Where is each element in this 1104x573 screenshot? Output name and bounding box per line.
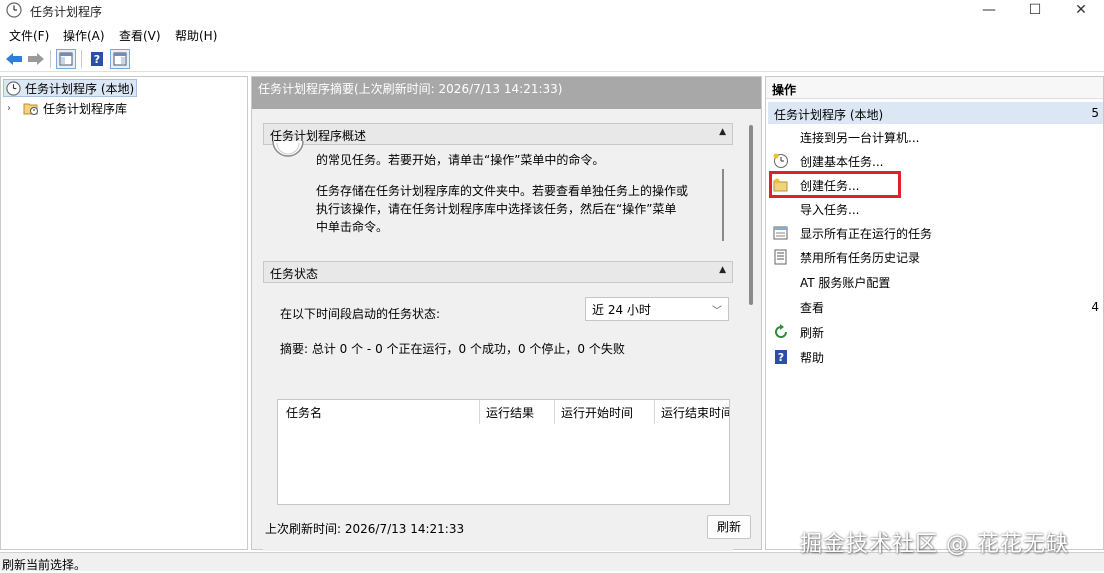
history-icon	[772, 249, 790, 265]
action-label: 导入任务...	[800, 202, 860, 217]
action-view[interactable]: 查看 4	[768, 296, 1103, 318]
column-divider[interactable]	[479, 400, 480, 424]
tree-item-task-library[interactable]: › 任务计划程序库	[3, 99, 127, 117]
status-summary: 摘要: 总计 0 个 - 0 个正在运行，0 个成功，0 个停止，0 个失败	[280, 342, 625, 356]
last-refresh-time: 上次刷新时间: 2026/7/13 14:21:33	[265, 522, 465, 536]
submenu-arrow-icon: 4	[1091, 300, 1099, 314]
watermark: 掘金技术社区 @ 花花无缺	[800, 532, 1069, 557]
status-section-title: 任务状态	[270, 267, 319, 281]
action-label: 连接到另一台计算机...	[800, 130, 920, 145]
collapse-arrow-icon[interactable]: ▲	[719, 127, 726, 137]
tree-item-label: 任务计划程序 (本地)	[25, 81, 135, 96]
center-vertical-scrollbar[interactable]	[749, 125, 753, 305]
tree-item-label: 任务计划程序库	[43, 101, 128, 116]
overview-text-line: 任务存储在任务计划程序库的文件夹中。若要查看单独任务上的操作或	[316, 184, 689, 198]
scheduler-overview-icon	[271, 140, 305, 164]
action-label: 创建基本任务...	[800, 154, 884, 169]
menu-bar: 文件(F) 操作(A) 查看(V) 帮助(H)	[0, 24, 1104, 44]
back-arrow-icon[interactable]	[4, 49, 24, 69]
menu-view[interactable]: 查看(V)	[119, 27, 161, 44]
show-hide-tree-icon[interactable]	[56, 49, 76, 69]
task-scheduler-clock-icon	[6, 2, 22, 18]
svg-text:?: ?	[94, 53, 100, 66]
running-tasks-icon	[772, 225, 790, 241]
expand-arrow-icon[interactable]: 5	[1091, 106, 1099, 120]
toolbar-separator	[50, 50, 51, 68]
expand-chevron-icon[interactable]: ›	[7, 103, 19, 114]
create-basic-task-icon	[772, 153, 790, 169]
summary-header: 任务计划程序摘要(上次刷新时间: 2026/7/13 14:21:33)	[252, 77, 761, 109]
column-divider[interactable]	[654, 400, 655, 424]
overview-text-line: 中单击命令。	[316, 220, 389, 234]
action-at-service-config[interactable]: AT 服务账户配置	[768, 271, 1103, 293]
summary-pane: 任务计划程序摘要(上次刷新时间: 2026/7/13 14:21:33) 任务计…	[251, 76, 762, 551]
task-status-table[interactable]: 任务名 运行结果 运行开始时间 运行结束时间	[277, 399, 730, 505]
toolbar-separator	[81, 50, 82, 68]
actions-pane-title: 操作	[766, 77, 1103, 99]
column-divider[interactable]	[554, 400, 555, 424]
action-help[interactable]: ? 帮助	[768, 346, 1103, 368]
svg-text:?: ?	[778, 351, 784, 364]
help-icon: ?	[772, 349, 790, 365]
action-label: 查看	[800, 300, 825, 315]
show-action-pane-icon[interactable]	[110, 49, 130, 69]
refresh-icon	[772, 324, 790, 340]
column-header-run-result[interactable]: 运行结果	[486, 404, 534, 421]
action-connect-computer[interactable]: 连接到另一台计算机...	[768, 126, 1103, 148]
console-tree: 任务计划程序 (本地) › 任务计划程序库	[0, 76, 248, 550]
status-section-header[interactable]: 任务状态 ▲	[263, 261, 733, 283]
overview-section: 任务计划程序概述 ▲ 的常见任务。若要开始，请单击“操作”菜单中的命令。 任务存…	[263, 123, 733, 249]
refresh-button[interactable]: 刷新	[707, 515, 751, 539]
help-icon[interactable]: ?	[87, 49, 107, 69]
blank-icon	[772, 299, 790, 315]
overview-text-line: 的常见任务。若要开始，请单击“操作”菜单中的命令。	[316, 153, 605, 167]
actions-section-label: 任务计划程序 (本地)	[774, 108, 884, 122]
toolbar: ?	[0, 46, 1104, 72]
close-button[interactable]: ✕	[1058, 0, 1104, 22]
menu-help[interactable]: 帮助(H)	[175, 27, 217, 44]
action-label: 禁用所有任务历史记录	[800, 250, 921, 265]
folder-clock-icon	[23, 101, 39, 115]
action-label: 帮助	[800, 350, 825, 365]
chevron-down-icon: ﹀	[712, 306, 722, 317]
action-create-basic-task[interactable]: 创建基本任务...	[768, 150, 1103, 172]
tree-item-task-scheduler-local[interactable]: 任务计划程序 (本地)	[3, 79, 137, 97]
title-bar: 任务计划程序 — ☐ ✕	[0, 0, 1104, 22]
minimize-button[interactable]: —	[966, 0, 1012, 22]
menu-action[interactable]: 操作(A)	[63, 27, 105, 44]
menu-file[interactable]: 文件(F)	[9, 27, 49, 44]
action-label: 显示所有正在运行的任务	[800, 226, 933, 241]
period-label: 在以下时间段启动的任务状态:	[280, 307, 441, 321]
actions-pane: 操作 任务计划程序 (本地) 5 连接到另一台计算机... 创建基本任务... …	[765, 76, 1104, 550]
overview-body: 的常见任务。若要开始，请单击“操作”菜单中的命令。 任务存储在任务计划程序库的文…	[263, 140, 733, 249]
forward-arrow-icon[interactable]	[26, 49, 46, 69]
overview-text-line: 执行该操作，请在任务计划程序库中选择该任务，然后在“操作”菜单	[316, 202, 677, 216]
action-disable-history[interactable]: 禁用所有任务历史记录	[768, 246, 1103, 268]
action-label: AT 服务账户配置	[800, 275, 891, 290]
period-select[interactable]: 近 24 小时 ﹀	[585, 297, 729, 321]
column-header-run-end[interactable]: 运行结束时间	[661, 404, 729, 421]
section-scrollbar[interactable]	[722, 169, 724, 241]
column-header-run-start[interactable]: 运行开始时间	[561, 404, 633, 421]
collapse-arrow-icon[interactable]: ▲	[719, 265, 726, 275]
status-text: 刷新当前选择。	[2, 558, 87, 572]
period-select-value: 近 24 小时	[592, 303, 651, 317]
actions-section-header[interactable]: 任务计划程序 (本地) 5	[768, 102, 1103, 124]
blank-icon	[772, 201, 790, 217]
blank-icon	[772, 274, 790, 290]
maximize-button[interactable]: ☐	[1012, 0, 1058, 22]
window-title: 任务计划程序	[30, 5, 103, 19]
action-refresh[interactable]: 刷新	[768, 321, 1103, 343]
task-scheduler-clock-icon	[6, 80, 21, 96]
blank-icon	[772, 129, 790, 145]
action-show-running-tasks[interactable]: 显示所有正在运行的任务	[768, 222, 1103, 244]
column-header-task-name[interactable]: 任务名	[286, 404, 322, 421]
action-label: 刷新	[800, 325, 825, 340]
overview-section-header[interactable]: 任务计划程序概述 ▲	[263, 123, 733, 145]
action-import-task[interactable]: 导入任务...	[768, 198, 1103, 220]
annotation-highlight-box	[769, 171, 901, 198]
